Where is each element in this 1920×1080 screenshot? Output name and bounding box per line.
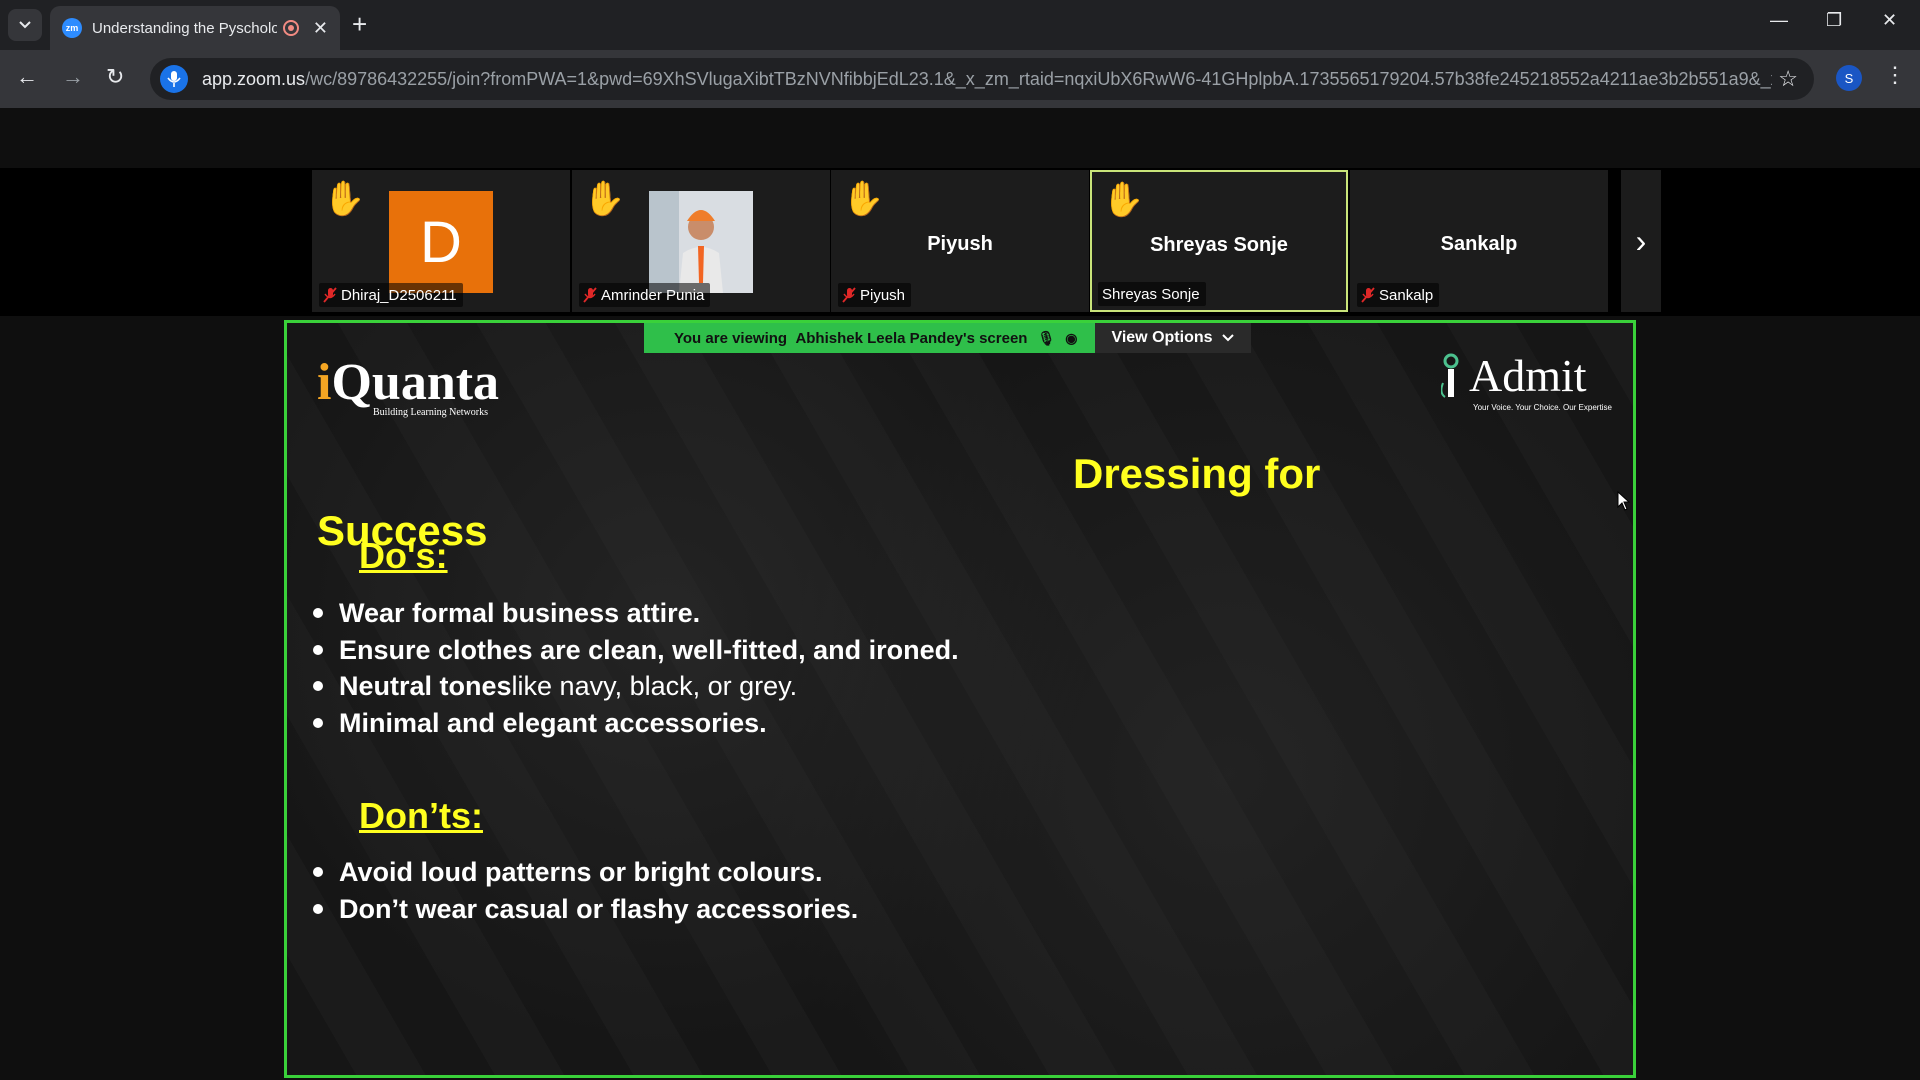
muted-mic-icon: 🎙 bbox=[1037, 329, 1056, 346]
participant-nametag: Shreyas Sonje bbox=[1098, 282, 1206, 306]
slide-title-line1: Dressing for bbox=[1073, 450, 1321, 497]
list-item: Don’t wear casual or flashy accessories. bbox=[313, 891, 858, 928]
list-item: Ensure clothes are clean, well-fitted, a… bbox=[313, 632, 959, 669]
raised-hand-icon: ✋ bbox=[842, 180, 885, 218]
list-item: Minimal and elegant accessories. bbox=[313, 705, 959, 742]
forward-button[interactable]: → bbox=[62, 64, 84, 90]
participant-nametag: Sankalp bbox=[1357, 283, 1440, 307]
share-viewing-bar: You are viewing Abhishek Leela Pandey's … bbox=[644, 323, 1251, 353]
muted-mic-icon bbox=[323, 287, 337, 303]
microphone-in-use-icon[interactable] bbox=[160, 65, 188, 93]
participant-tile[interactable]: Sankalp Sankalp bbox=[1350, 170, 1608, 312]
zoom-meeting-area: ✋ D Dhiraj_D2506211 ✋ Amrinder Punia ✋ P… bbox=[0, 108, 1920, 1080]
recording-indicator-icon bbox=[283, 20, 299, 36]
list-item: Neutral tones like navy, black, or grey. bbox=[313, 668, 959, 705]
browser-menu-icon[interactable]: ⋮ bbox=[1884, 62, 1906, 88]
status-circle-icon: ◉ bbox=[1065, 329, 1078, 346]
participant-tile[interactable]: ✋ D Dhiraj_D2506211 bbox=[312, 170, 570, 312]
participant-center-name: Shreyas Sonje bbox=[1150, 234, 1288, 256]
next-page-arrow-icon[interactable]: › bbox=[1621, 170, 1661, 312]
dos-heading: Do's: bbox=[359, 535, 448, 576]
browser-toolbar: ← → ↻ app.zoom.us/wc/89786432255/join?fr… bbox=[0, 50, 1920, 108]
participant-nametag: Dhiraj_D2506211 bbox=[319, 283, 463, 307]
donts-list: Avoid loud patterns or bright colours. D… bbox=[313, 854, 858, 927]
view-options-button[interactable]: View Options bbox=[1095, 323, 1251, 353]
minimize-window-button[interactable]: — bbox=[1770, 10, 1788, 31]
muted-mic-icon bbox=[583, 287, 597, 303]
profile-avatar[interactable]: S bbox=[1836, 65, 1862, 91]
participant-nametag: Piyush bbox=[838, 283, 912, 307]
participant-name: Amrinder Punia bbox=[601, 286, 705, 304]
dos-list: Wear formal business attire. Ensure clot… bbox=[313, 595, 959, 741]
url-domain: app.zoom.us bbox=[202, 68, 306, 89]
raised-hand-icon: ✋ bbox=[583, 180, 626, 218]
raised-hand-icon: ✋ bbox=[1102, 181, 1145, 219]
chevron-down-icon bbox=[1221, 334, 1234, 342]
participant-name: Dhiraj_D2506211 bbox=[341, 286, 457, 304]
iquanta-logo: iQuanta Building Learning Networks bbox=[317, 354, 500, 418]
bookmark-star-icon[interactable]: ☆ bbox=[1778, 66, 1798, 92]
raised-hand-icon: ✋ bbox=[323, 180, 366, 218]
shared-screen: iQuanta Building Learning Networks Admit … bbox=[284, 320, 1636, 1078]
iadmit-logo: Admit Your Voice. Your Choice. Our Exper… bbox=[1441, 349, 1612, 412]
viewing-screen-banner: You are viewing Abhishek Leela Pandey's … bbox=[644, 323, 1096, 353]
participant-photo bbox=[649, 191, 753, 293]
participant-center-name: Piyush bbox=[927, 233, 993, 255]
participant-tile-active-speaker[interactable]: ✋ Shreyas Sonje Shreyas Sonje bbox=[1090, 170, 1348, 312]
list-item: Wear formal business attire. bbox=[313, 595, 959, 632]
close-window-button[interactable]: ✕ bbox=[1882, 10, 1897, 31]
participant-tile[interactable]: ✋ Amrinder Punia bbox=[572, 170, 830, 312]
participant-name: Shreyas Sonje bbox=[1102, 285, 1200, 303]
browser-tab-bar: zm Understanding the Pyscholo ✕ + — ❐ ✕ bbox=[0, 0, 1920, 50]
avatar: D bbox=[389, 191, 493, 293]
list-item: Avoid loud patterns or bright colours. bbox=[313, 854, 858, 891]
participant-center-name: Sankalp bbox=[1440, 233, 1518, 255]
muted-mic-icon bbox=[1361, 287, 1375, 303]
url-path: /wc/89786432255/join?fromPWA=1&pwd=69XhS… bbox=[305, 68, 1772, 89]
tab-close-icon[interactable]: ✕ bbox=[313, 18, 328, 39]
new-tab-button[interactable]: + bbox=[352, 10, 367, 38]
mouse-cursor-icon bbox=[1617, 491, 1631, 511]
participant-nametag: Amrinder Punia bbox=[579, 283, 711, 307]
browser-tab-active[interactable]: zm Understanding the Pyscholo ✕ bbox=[50, 6, 340, 50]
presentation-slide: iQuanta Building Learning Networks Admit … bbox=[287, 323, 1633, 1075]
participant-name: Piyush bbox=[860, 286, 906, 304]
participant-tile[interactable]: ✋ Piyush Piyush bbox=[831, 170, 1089, 312]
tab-search-button[interactable] bbox=[8, 9, 42, 41]
restore-window-button[interactable]: ❐ bbox=[1826, 10, 1842, 31]
muted-mic-icon bbox=[842, 287, 856, 303]
reload-button[interactable]: ↻ bbox=[106, 64, 124, 90]
chevron-down-icon bbox=[19, 21, 31, 29]
address-bar[interactable]: app.zoom.us/wc/89786432255/join?fromPWA=… bbox=[150, 58, 1814, 100]
tab-title: Understanding the Pyscholo bbox=[92, 19, 278, 37]
donts-heading: Don’ts: bbox=[359, 795, 483, 836]
participant-name: Sankalp bbox=[1379, 286, 1434, 304]
participant-gallery-strip: ✋ D Dhiraj_D2506211 ✋ Amrinder Punia ✋ P… bbox=[0, 168, 1920, 316]
zoom-favicon-icon: zm bbox=[62, 18, 82, 38]
back-button[interactable]: ← bbox=[16, 64, 38, 90]
url-text: app.zoom.us/wc/89786432255/join?fromPWA=… bbox=[202, 69, 1772, 90]
